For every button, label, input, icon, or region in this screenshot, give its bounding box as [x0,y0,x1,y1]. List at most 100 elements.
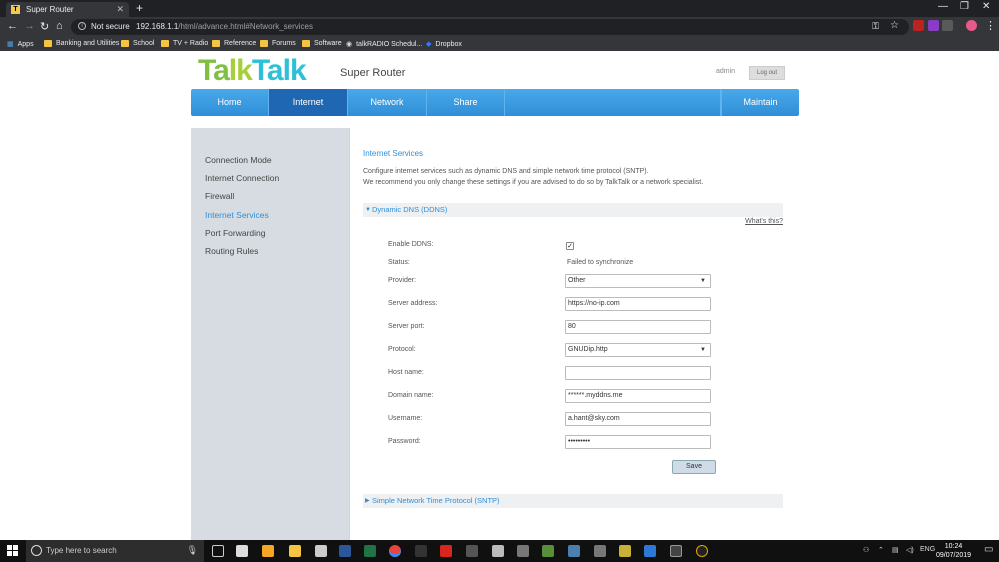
extension-icon[interactable] [913,20,924,31]
menu-home[interactable]: Home [191,89,269,116]
app-icon[interactable] [492,545,504,557]
talktalk-favicon: T [11,5,20,14]
app-icon[interactable] [466,545,478,557]
status-value: Failed to synchronize [567,259,634,266]
app-icon[interactable] [619,545,631,557]
bookmark-star-icon[interactable]: ☆ [890,20,899,31]
tray-chevron-icon[interactable]: ⌃ [878,546,884,554]
menu-share[interactable]: Share [427,89,505,116]
home-icon[interactable]: ⌂ [56,20,63,32]
windows-start-icon[interactable] [7,545,19,557]
new-tab-button[interactable]: + [136,1,143,15]
app-icon[interactable] [568,545,580,557]
whats-this-link[interactable]: What's this? [745,218,783,225]
task-view-icon[interactable] [212,545,224,557]
bookmark-talkradio[interactable]: ◉ talkRADIO Schedul... [346,40,422,49]
provider-label: Provider: [388,277,417,284]
bookmark-school[interactable]: School [121,40,154,47]
info-icon[interactable]: i [78,22,86,30]
language-indicator[interactable]: ENG [920,546,935,553]
password-label: Password: [388,438,421,445]
expanded-triangle-icon: ▼ [365,207,371,213]
bookmark-banking[interactable]: Banking and Utilities [44,40,119,47]
close-tab-icon[interactable]: ✕ [116,4,124,15]
address-bar[interactable]: i Not secure 192.168.1.1/html/advance.ht… [71,19,909,35]
acrobat-icon[interactable] [440,545,452,557]
host-name-label: Host name: [388,369,424,376]
app-icon[interactable] [415,545,427,557]
network-icon[interactable]: ▤ [892,546,899,554]
talktalk-logo: TalkTalk [198,54,307,87]
bookmark-apps[interactable]: ▦ Apps [7,40,34,49]
server-port-input[interactable]: 80 [565,320,711,334]
back-icon[interactable]: ← [7,20,18,32]
app-icon[interactable] [517,545,529,557]
main-menu: Home Internet Network Share Maintain [191,89,799,116]
microphone-icon[interactable]: 🎙 [187,545,198,556]
dropdown-arrow-icon: ▼ [700,278,706,284]
username-input[interactable]: a.hant@sky.com [565,412,711,426]
sidebar-item-firewall[interactable]: Firewall [205,191,279,209]
taskbar-search-box[interactable]: Type here to search 🎙 [26,540,204,562]
sidebar-item-connection-mode[interactable]: Connection Mode [205,155,279,173]
ddns-section-header[interactable]: ▼ Dynamic DNS (DDNS) [363,203,783,217]
people-icon[interactable]: ⚇ [863,546,869,554]
minimize-icon[interactable]: — [938,1,948,12]
maximize-icon[interactable]: ❐ [960,1,969,12]
app-icon[interactable] [670,545,682,557]
browser-tab-strip: T Super Router ✕ + — ❐ ✕ [0,0,999,17]
app-icon[interactable] [542,545,554,557]
key-icon[interactable]: ⚿ [872,21,879,32]
app-icon[interactable] [644,545,656,557]
bookmark-forums[interactable]: Forums [260,40,296,47]
save-button[interactable]: Save [672,460,716,474]
reload-icon[interactable]: ↻ [40,20,49,33]
server-address-input[interactable]: https://no-ip.com [565,297,711,311]
bookmark-reference[interactable]: Reference [212,40,256,47]
host-name-input[interactable] [565,366,711,380]
search-icon [31,545,42,556]
sntp-section-header[interactable]: ▶ Simple Network Time Protocol (SNTP) [363,494,783,508]
forward-icon[interactable]: → [24,20,35,32]
logout-button[interactable]: Log out [749,66,785,80]
notifications-icon[interactable]: ▭ [984,544,993,555]
security-status: Not secure [91,22,130,31]
domain-name-input[interactable]: ******.myddns.me [565,389,711,403]
username-label: Username: [388,415,423,422]
file-explorer-icon[interactable] [289,545,301,557]
bookmark-software[interactable]: Software [302,40,342,47]
app-icon[interactable] [262,545,274,557]
sidebar-item-internet-connection[interactable]: Internet Connection [205,173,279,191]
protocol-select[interactable]: GNUDip.http ▼ [565,343,711,357]
chrome-icon[interactable] [389,545,401,557]
clock[interactable]: 10:24 09/07/2019 [936,542,971,560]
extension-icon[interactable] [942,20,953,31]
bookmark-dropbox[interactable]: ◆ Dropbox [426,40,462,49]
media-player-icon[interactable] [236,545,248,557]
volume-icon[interactable]: ◁) [906,546,914,554]
app-icon[interactable] [594,545,606,557]
bookmark-tv-radio[interactable]: TV + Radio [161,40,208,47]
menu-network[interactable]: Network [348,89,427,116]
provider-select[interactable]: Other ▼ [565,274,711,288]
browser-tab[interactable]: T Super Router ✕ [6,2,129,17]
store-icon[interactable] [315,545,327,557]
plex-icon[interactable] [696,545,708,557]
domain-name-label: Domain name: [388,392,434,399]
menu-maintain[interactable]: Maintain [721,89,799,116]
folder-icon [212,40,220,47]
sidebar-item-internet-services[interactable]: Internet Services [205,210,279,228]
sidebar-item-routing-rules[interactable]: Routing Rules [205,246,279,264]
profile-avatar[interactable] [966,20,977,31]
password-input[interactable]: ••••••••• [565,435,711,449]
menu-kebab-icon[interactable]: ⋮ [985,19,996,32]
excel-icon[interactable] [364,545,376,557]
sidebar-item-port-forwarding[interactable]: Port Forwarding [205,228,279,246]
router-page: TalkTalk Super Router admin Log out Home… [0,51,999,541]
search-placeholder: Type here to search [46,546,117,555]
word-icon[interactable] [339,545,351,557]
menu-internet[interactable]: Internet [269,89,348,116]
onenote-extension-icon[interactable] [928,20,939,31]
enable-ddns-checkbox[interactable]: ✓ [566,242,574,250]
close-window-icon[interactable]: ✕ [982,1,990,12]
